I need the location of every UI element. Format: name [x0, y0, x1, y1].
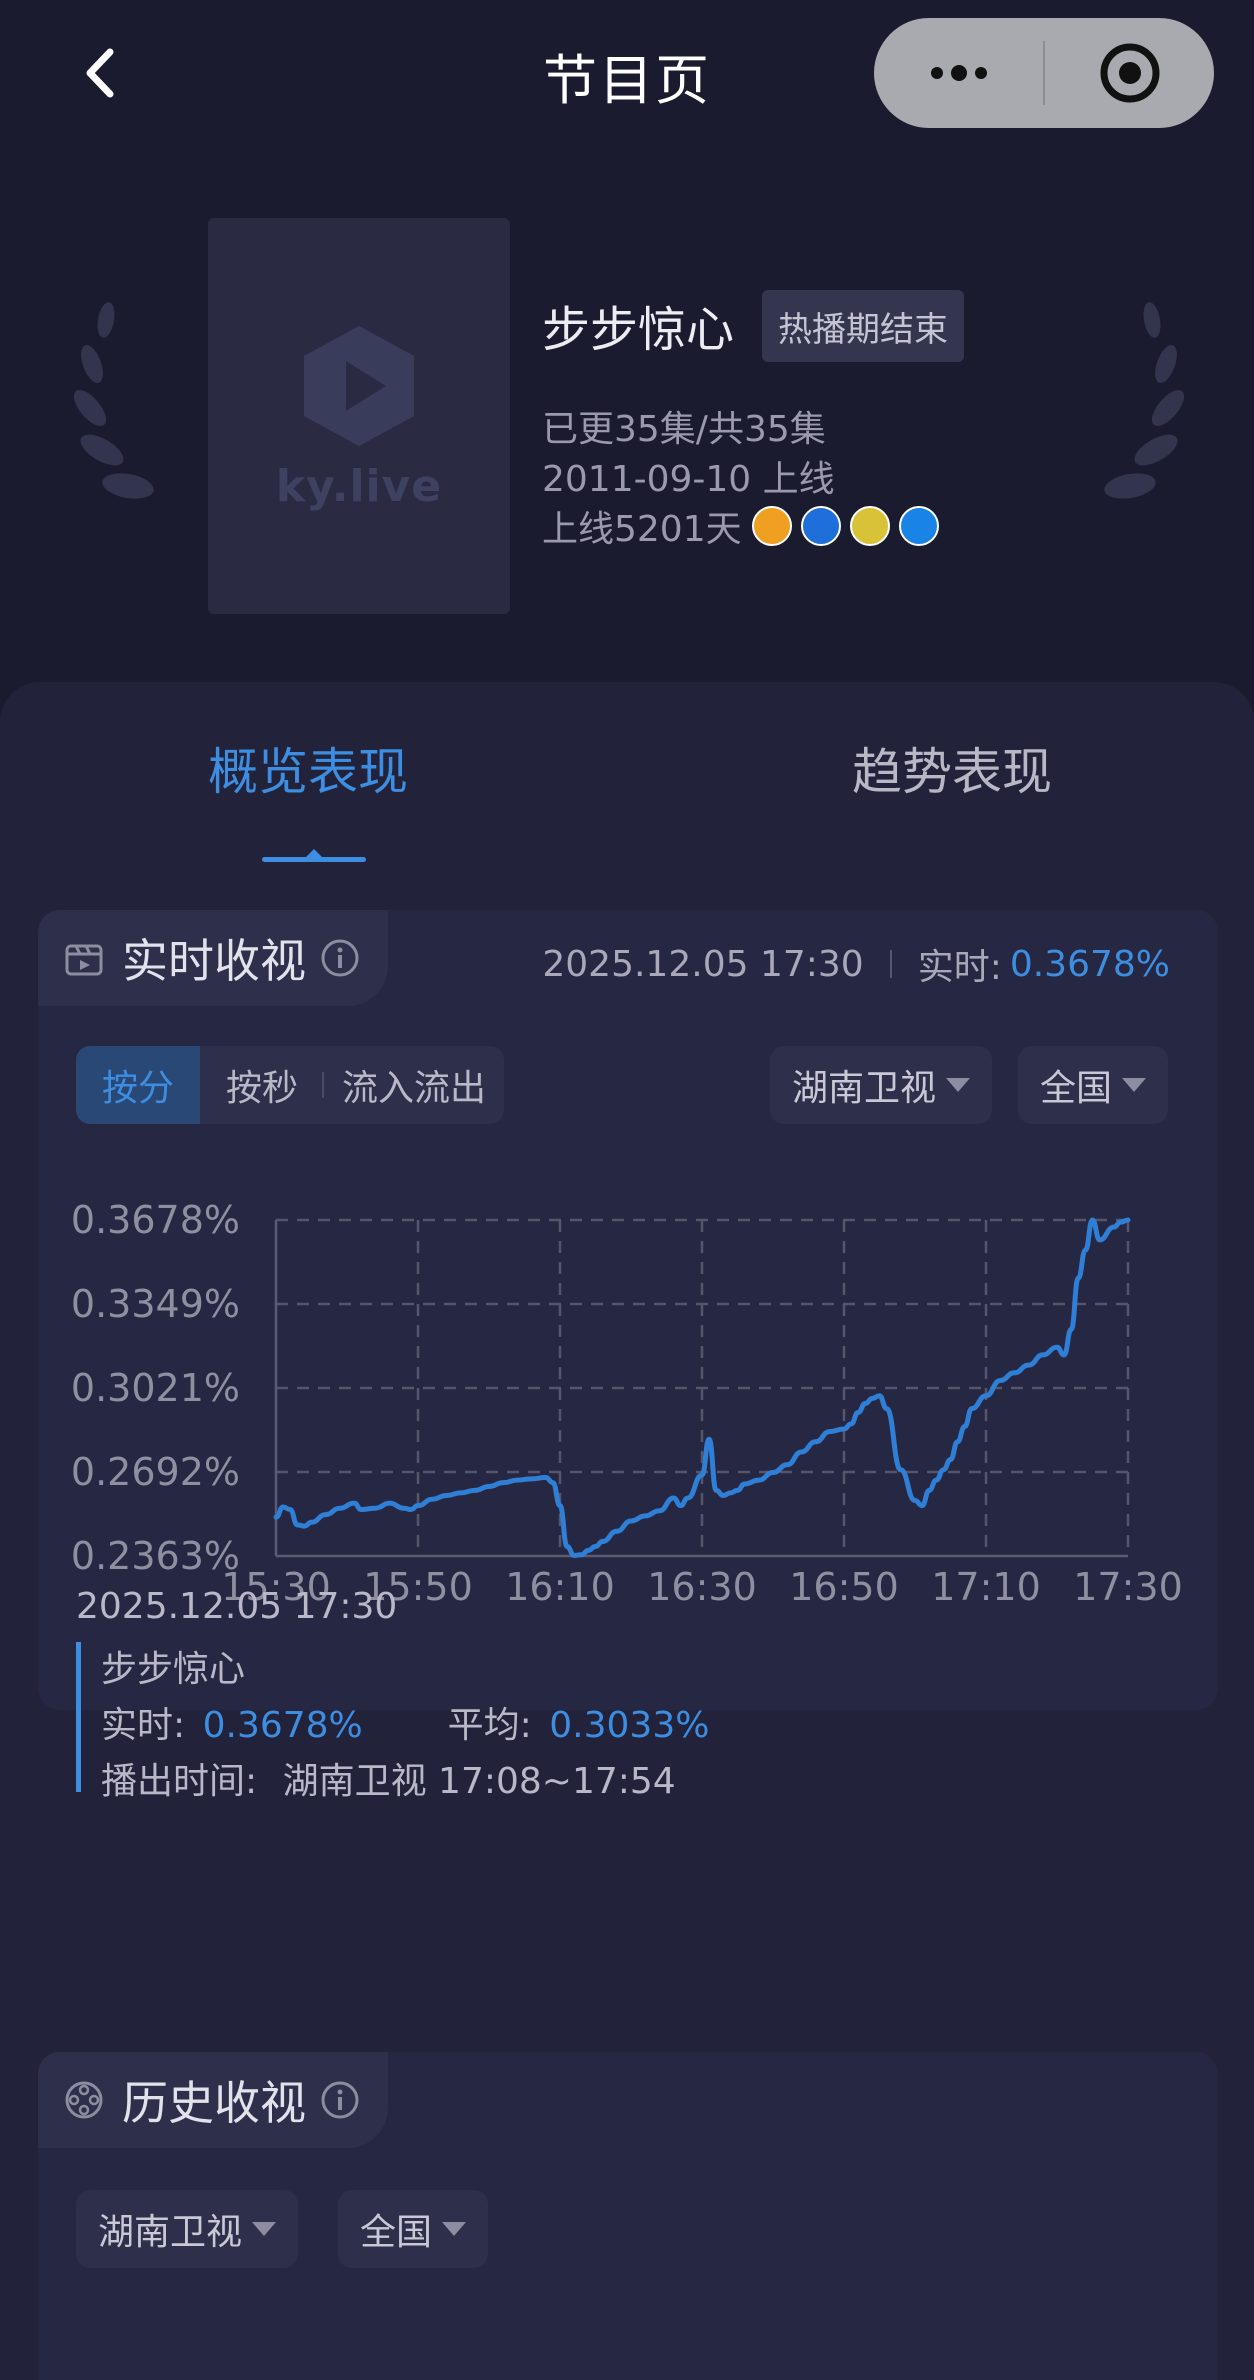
mode-by-second[interactable]: 按秒	[200, 1046, 324, 1124]
info-icon[interactable]	[320, 2080, 360, 2120]
caret-down-icon	[442, 2222, 467, 2236]
y-tick-label: 0.2363%	[71, 1534, 240, 1578]
realtime-chart: 0.3678%0.3349%0.3021%0.2692%0.2363%15:30…	[71, 1198, 1183, 1609]
history-title: 历史收视	[122, 2076, 306, 2130]
tab-trend[interactable]: 趋势表现	[852, 732, 1052, 804]
detail-program-name: 步步惊心	[101, 1649, 246, 1690]
detail-airtime-value: 湖南卫视 17:08~17:54	[282, 1761, 676, 1802]
detail-avg-label: 平均:	[447, 1705, 532, 1746]
realtime-detail: 2025.12.05 17:30 步步惊心 实时: 0.3678% 平均: 0.…	[76, 1586, 709, 1802]
poster-logo-text: ky.live	[275, 460, 443, 512]
x-tick-label: 16:50	[789, 1565, 899, 1609]
days-online: 上线5201天	[542, 509, 742, 550]
realtime-value: 0.3678%	[1009, 943, 1170, 985]
play-logo-icon	[304, 325, 414, 446]
caret-down-icon	[252, 2222, 277, 2236]
detail-rt-value: 0.3678%	[202, 1705, 363, 1746]
x-tick-label: 17:30	[1073, 1565, 1183, 1609]
info-icon[interactable]	[320, 938, 360, 978]
caret-down-icon	[1122, 1078, 1147, 1092]
top-nav: 节目页	[0, 0, 1254, 150]
program-header: ky.live 步步惊心 热播期结束 已更35集/共35集 2011-09-10…	[0, 150, 1254, 680]
y-tick-label: 0.3349%	[71, 1282, 240, 1326]
channel-dropdown[interactable]: 湖南卫视	[770, 1046, 993, 1124]
summary-divider	[889, 950, 892, 978]
history-channel-dropdown[interactable]: 湖南卫视	[76, 2190, 299, 2268]
detail-airtime-label: 播出时间:	[101, 1761, 258, 1802]
release-date: 2011-09-10 上线	[542, 459, 835, 500]
realtime-header: 实时收视	[38, 910, 388, 1006]
channel-logo-icon	[849, 506, 890, 546]
realtime-summary: 2025.12.05 17:30 实时: 0.3678%	[542, 938, 1170, 990]
history-region-dropdown[interactable]: 全国	[338, 2190, 489, 2268]
history-channel-label: 湖南卫视	[98, 2212, 243, 2253]
laurel-left-icon	[73, 302, 154, 499]
mode-flow[interactable]: 流入流出	[324, 1046, 504, 1124]
y-tick-label: 0.2692%	[71, 1450, 240, 1494]
film-reel-icon	[65, 2081, 103, 2119]
realtime-panel: 实时收视 2025.12.05 17:30 实时: 0.3678% 按分 按秒 …	[38, 910, 1218, 1802]
realtime-title: 实时收视	[122, 934, 306, 988]
close-program-button[interactable]	[1045, 18, 1214, 128]
channel-dropdown-label: 湖南卫视	[792, 1068, 937, 1109]
channel-logo-icon	[800, 506, 841, 546]
tab-bar: 概览表现 趋势表现	[0, 682, 1254, 862]
mode-segment: 按分 按秒 流入流出	[76, 1046, 504, 1124]
mini-program-capsule	[874, 18, 1214, 128]
realtime-label: 实时:	[917, 947, 1002, 988]
film-clapper-icon	[65, 944, 103, 976]
x-tick-label: 16:10	[505, 1565, 615, 1609]
realtime-datetime: 2025.12.05 17:30	[542, 943, 864, 985]
program-title: 步步惊心	[542, 302, 735, 358]
target-icon	[1100, 43, 1159, 103]
episode-count: 已更35集/共35集	[542, 409, 826, 450]
tab-indicator	[262, 849, 366, 862]
history-region-label: 全国	[360, 2212, 433, 2253]
region-dropdown[interactable]: 全国	[1018, 1046, 1169, 1124]
detail-airtime-row: 播出时间: 湖南卫视 17:08~17:54	[101, 1754, 776, 1810]
more-dots-icon	[930, 65, 987, 81]
days-online-row: 上线5201天	[542, 500, 948, 552]
tab-overview[interactable]: 概览表现	[208, 732, 408, 804]
more-button[interactable]	[874, 18, 1043, 128]
history-header: 历史收视	[38, 2052, 388, 2148]
caret-down-icon	[946, 1078, 971, 1092]
channel-logo-icon	[898, 506, 939, 546]
y-tick-label: 0.3021%	[71, 1366, 240, 1410]
x-tick-label: 17:10	[931, 1565, 1041, 1609]
status-badge: 热播期结束	[762, 290, 964, 362]
history-panel: 历史收视 湖南卫视 全国	[38, 2052, 1218, 2380]
detail-values-row: 实时: 0.3678% 平均: 0.3033%	[101, 1698, 776, 1754]
region-dropdown-label: 全国	[1040, 1068, 1113, 1109]
x-tick-label: 16:30	[647, 1565, 757, 1609]
detail-box: 步步惊心 实时: 0.3678% 平均: 0.3033% 播出时间: 湖南卫视 …	[76, 1642, 776, 1802]
laurel-right-icon	[1104, 302, 1185, 499]
channel-icons	[751, 506, 948, 546]
detail-rt-label: 实时:	[101, 1705, 186, 1746]
detail-avg-value: 0.3033%	[549, 1705, 710, 1746]
detail-timestamp: 2025.12.05 17:30	[76, 1586, 398, 1627]
program-poster: ky.live	[208, 218, 510, 614]
channel-logo-icon	[751, 506, 792, 546]
main-card: 概览表现 趋势表现 实时收视 2025.12.05 17:30 实时: 0.36…	[0, 682, 1254, 2380]
mode-by-minute[interactable]: 按分	[76, 1046, 200, 1124]
y-tick-label: 0.3678%	[71, 1198, 240, 1242]
